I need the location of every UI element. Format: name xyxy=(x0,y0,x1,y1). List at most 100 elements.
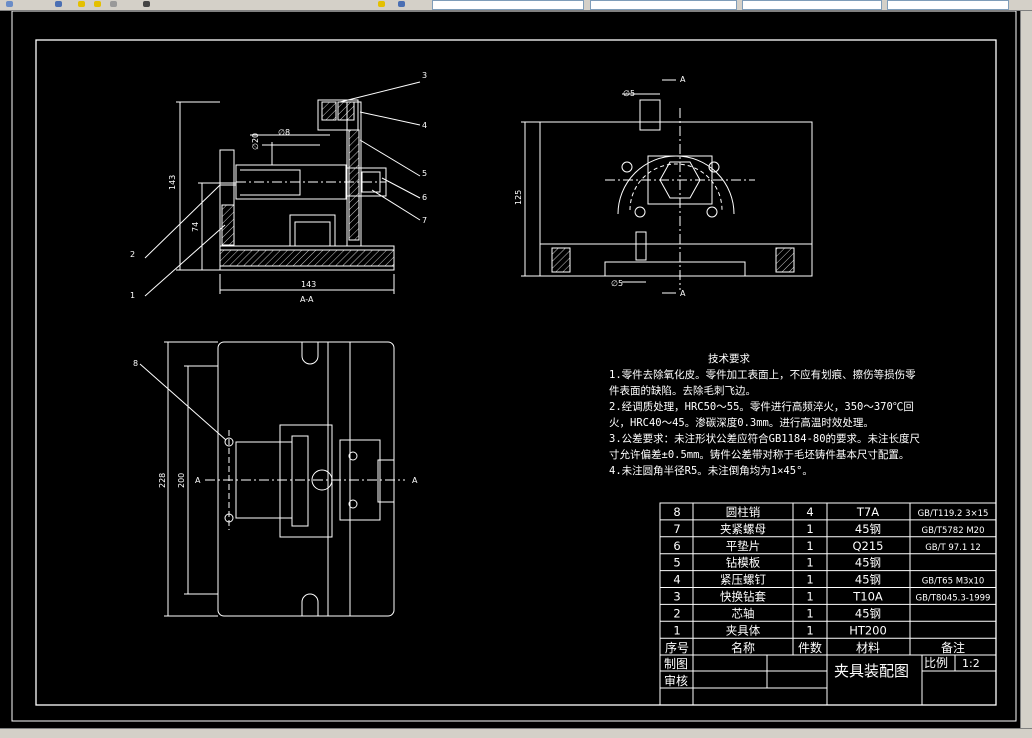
layer-states-icon[interactable] xyxy=(398,1,405,7)
scale-value: 1:2 xyxy=(962,657,980,670)
bom-cell: 2 xyxy=(673,606,680,620)
bom-cell: 1 xyxy=(806,573,813,587)
dim-top-hole: ∅5 xyxy=(623,89,635,98)
match-layer-icon[interactable] xyxy=(378,1,385,7)
bom-cell: 4 xyxy=(806,505,813,519)
app-icon[interactable] xyxy=(6,1,13,7)
balloon-8: 8 xyxy=(133,359,138,368)
bom-cell: 45钢 xyxy=(855,573,881,587)
bom-header: 材料 xyxy=(856,641,880,655)
bom-cell: 1 xyxy=(806,606,813,620)
plotstyle-dropdown[interactable] xyxy=(887,0,1009,10)
dim-pin: ∅8 xyxy=(278,128,290,137)
lock-icon[interactable] xyxy=(110,1,117,7)
bom-cell: GB/T65 M3x10 xyxy=(922,577,985,587)
cut-label-right: A xyxy=(412,476,418,485)
vertical-scrollbar[interactable] xyxy=(1020,11,1032,728)
drawing-title: 夹具装配图 xyxy=(834,662,909,680)
bom-cell: 1 xyxy=(806,522,813,536)
dim-outer-height: 228 xyxy=(158,473,167,488)
sun-icon[interactable] xyxy=(94,1,101,7)
bom-cell: T7A xyxy=(856,505,879,519)
drawing-canvas[interactable]: 143 74 143 ∅20 ∅8 A-A 1 2 3 4 5 6 7 125 … xyxy=(0,10,1020,728)
bom-cell: 紧压螺钉 xyxy=(720,573,766,587)
bom-cell: 圆柱销 xyxy=(726,505,761,519)
top-view-text: 228 200 A A 8 xyxy=(133,359,418,488)
bom-cell: 钻模板 xyxy=(726,556,761,570)
bom-cell: GB/T5782 M20 xyxy=(922,526,985,536)
bom-cell: GB/T119.2 3×15 xyxy=(918,509,989,519)
bom-cell: 1 xyxy=(806,590,813,604)
note-line: 4.未注圆角半径R5。未注倒角均为1×45°。 xyxy=(609,465,813,477)
bom-cell: 5 xyxy=(673,556,680,570)
bom-cell: HT200 xyxy=(849,623,887,637)
balloon-3: 3 xyxy=(422,71,427,80)
dim-bottom-hole: ∅5 xyxy=(611,279,623,288)
bom-cell: GB/T8045.3-1999 xyxy=(916,594,991,604)
section-label: A-A xyxy=(300,295,314,304)
bom-cell: 夹具体 xyxy=(726,623,761,637)
balloon-7: 7 xyxy=(422,216,427,225)
bom-cell: 3 xyxy=(673,590,680,604)
note-line: 2.经调质处理，HRC50～55。零件进行高频淬火，350～370℃回 xyxy=(609,401,914,413)
note-line: 件表面的缺陷。去除毛刺飞边。 xyxy=(609,385,756,397)
balloon-5: 5 xyxy=(422,169,427,178)
side-view xyxy=(521,79,813,294)
bom-table: 8 圆柱销 4 T7A GB/T119.2 3×15 7 夹紧螺母 1 45钢 GB/T5782 … xyxy=(660,505,996,655)
bom-header: 名称 xyxy=(731,640,755,655)
dim-side-height: 125 xyxy=(514,190,523,205)
bom-cell: 1 xyxy=(806,556,813,570)
bom-cell: 7 xyxy=(673,522,680,536)
bom-cell: 4 xyxy=(673,573,680,587)
bom-cell: 45钢 xyxy=(855,606,881,620)
note-line: 1.零件去除氧化皮。零件加工表面上，不应有划痕、擦伤等损伤零 xyxy=(609,369,916,381)
drawn-label: 制图 xyxy=(664,657,688,671)
bom-cell: 1 xyxy=(806,623,813,637)
dim-width: 143 xyxy=(301,280,316,289)
bom-cell: 45钢 xyxy=(855,522,881,536)
bom-cell: T10A xyxy=(852,590,883,604)
balloon-6: 6 xyxy=(422,193,427,202)
bom-cell: GB/T 97.1 12 xyxy=(925,543,981,553)
bom-cell: 芯轴 xyxy=(732,606,755,620)
bom-header: 序号 xyxy=(665,640,689,655)
note-line: 寸允许偏差±0.5mm。铸件公差带对称于毛坯铸件基本尺寸配置。 xyxy=(609,449,910,461)
dim-height-mid: 74 xyxy=(191,222,200,232)
toolbar xyxy=(0,0,1032,11)
dim-bore: ∅20 xyxy=(251,133,260,150)
dim-height-total: 143 xyxy=(168,175,177,190)
section-view-text: 143 74 143 ∅20 ∅8 A-A 1 2 3 4 5 6 7 xyxy=(130,71,427,304)
bom-cell: 平垫片 xyxy=(726,539,761,553)
bom-cell: 8 xyxy=(673,505,680,519)
linetype-dropdown[interactable] xyxy=(590,0,737,10)
section-view xyxy=(144,81,421,297)
color-dropdown[interactable] xyxy=(432,0,584,10)
note-line: 3.公差要求：未注形状公差应符合GB1184-80的要求。未注长度尺 xyxy=(609,433,921,445)
balloon-2: 2 xyxy=(130,250,135,259)
color-icon[interactable] xyxy=(143,1,150,7)
bom-cell: 夹紧螺母 xyxy=(720,522,766,536)
technical-notes: 1.零件去除氧化皮。零件加工表面上，不应有划痕、擦伤等损伤零 件表面的缺陷。去除… xyxy=(609,367,989,479)
bom-header: 件数 xyxy=(798,640,822,655)
bom-cell: 快换钻套 xyxy=(720,590,766,604)
bom-cell: 1 xyxy=(806,539,813,553)
bom-cell: 1 xyxy=(673,623,680,637)
cut-label-bottom: A xyxy=(680,289,686,298)
dim-inner-height: 200 xyxy=(177,473,186,488)
note-line: 火，HRC40～45。渗碳深度0.3mm。进行高温时效处理。 xyxy=(609,417,874,429)
lineweight-dropdown[interactable] xyxy=(742,0,882,10)
lightbulb-icon[interactable] xyxy=(78,1,85,7)
balloon-4: 4 xyxy=(422,121,427,130)
bom-header: 备注 xyxy=(941,640,965,655)
scale-label: 比例 xyxy=(924,656,948,670)
cut-label-top: A xyxy=(680,75,686,84)
check-label: 审核 xyxy=(664,673,688,688)
cut-label-left: A xyxy=(195,476,201,485)
title-block-text: 制图 审核 夹具装配图 比例 1:2 xyxy=(664,656,980,688)
bom-cell: Q215 xyxy=(852,539,883,553)
bom-cell: 45钢 xyxy=(855,556,881,570)
notes-title: 技术要求 xyxy=(708,353,750,365)
bom-cell: 6 xyxy=(673,539,680,553)
balloon-1: 1 xyxy=(130,291,135,300)
layer-icon[interactable] xyxy=(55,1,62,7)
